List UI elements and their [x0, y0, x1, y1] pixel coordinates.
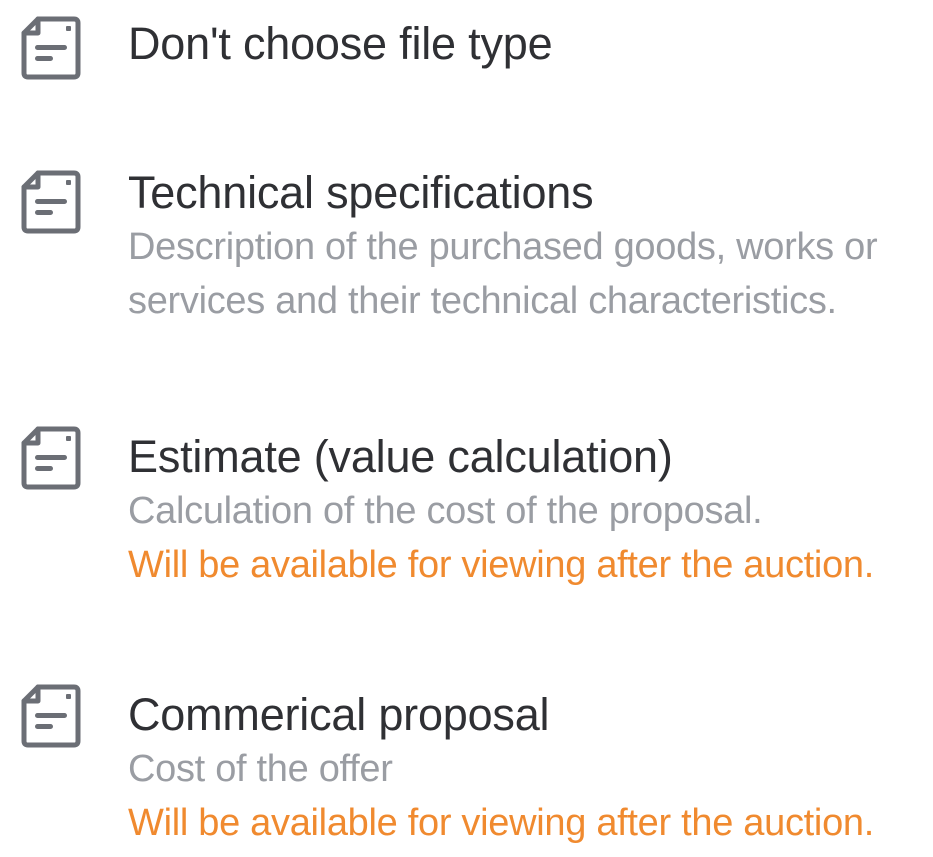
file-type-list: Don't choose file type Technical specifi… — [0, 0, 933, 857]
option-description: Description of the purchased goods, work… — [128, 226, 878, 268]
file-type-option-commercial-proposal[interactable]: Commerical proposal Cost of the offer Wi… — [0, 670, 933, 857]
option-title: Don't choose file type — [128, 18, 553, 69]
option-title: Technical specifications — [128, 167, 594, 218]
option-description: Cost of the offer — [128, 748, 393, 790]
option-description: Calculation of the cost of the proposal. — [128, 490, 763, 532]
availability-warning: Will be available for viewing after the … — [128, 802, 874, 844]
option-text: Don't choose file type — [128, 17, 933, 71]
option-title: Commerical proposal — [128, 689, 550, 740]
document-icon — [18, 422, 84, 494]
document-icon — [18, 12, 84, 84]
file-type-option-none[interactable]: Don't choose file type — [0, 0, 933, 104]
option-title: Estimate (value calculation) — [128, 431, 673, 482]
file-type-option-technical-specifications[interactable]: Technical specifications Description of … — [0, 154, 933, 360]
option-text: Commerical proposal Cost of the offer Wi… — [128, 688, 933, 850]
file-type-option-estimate[interactable]: Estimate (value calculation) Calculation… — [0, 412, 933, 618]
option-text: Technical specifications Description of … — [128, 166, 933, 328]
document-icon — [18, 680, 84, 752]
document-icon — [18, 166, 84, 238]
option-text: Estimate (value calculation) Calculation… — [128, 430, 933, 592]
availability-warning: Will be available for viewing after the … — [128, 544, 874, 586]
option-description: services and their technical characteris… — [128, 280, 837, 322]
